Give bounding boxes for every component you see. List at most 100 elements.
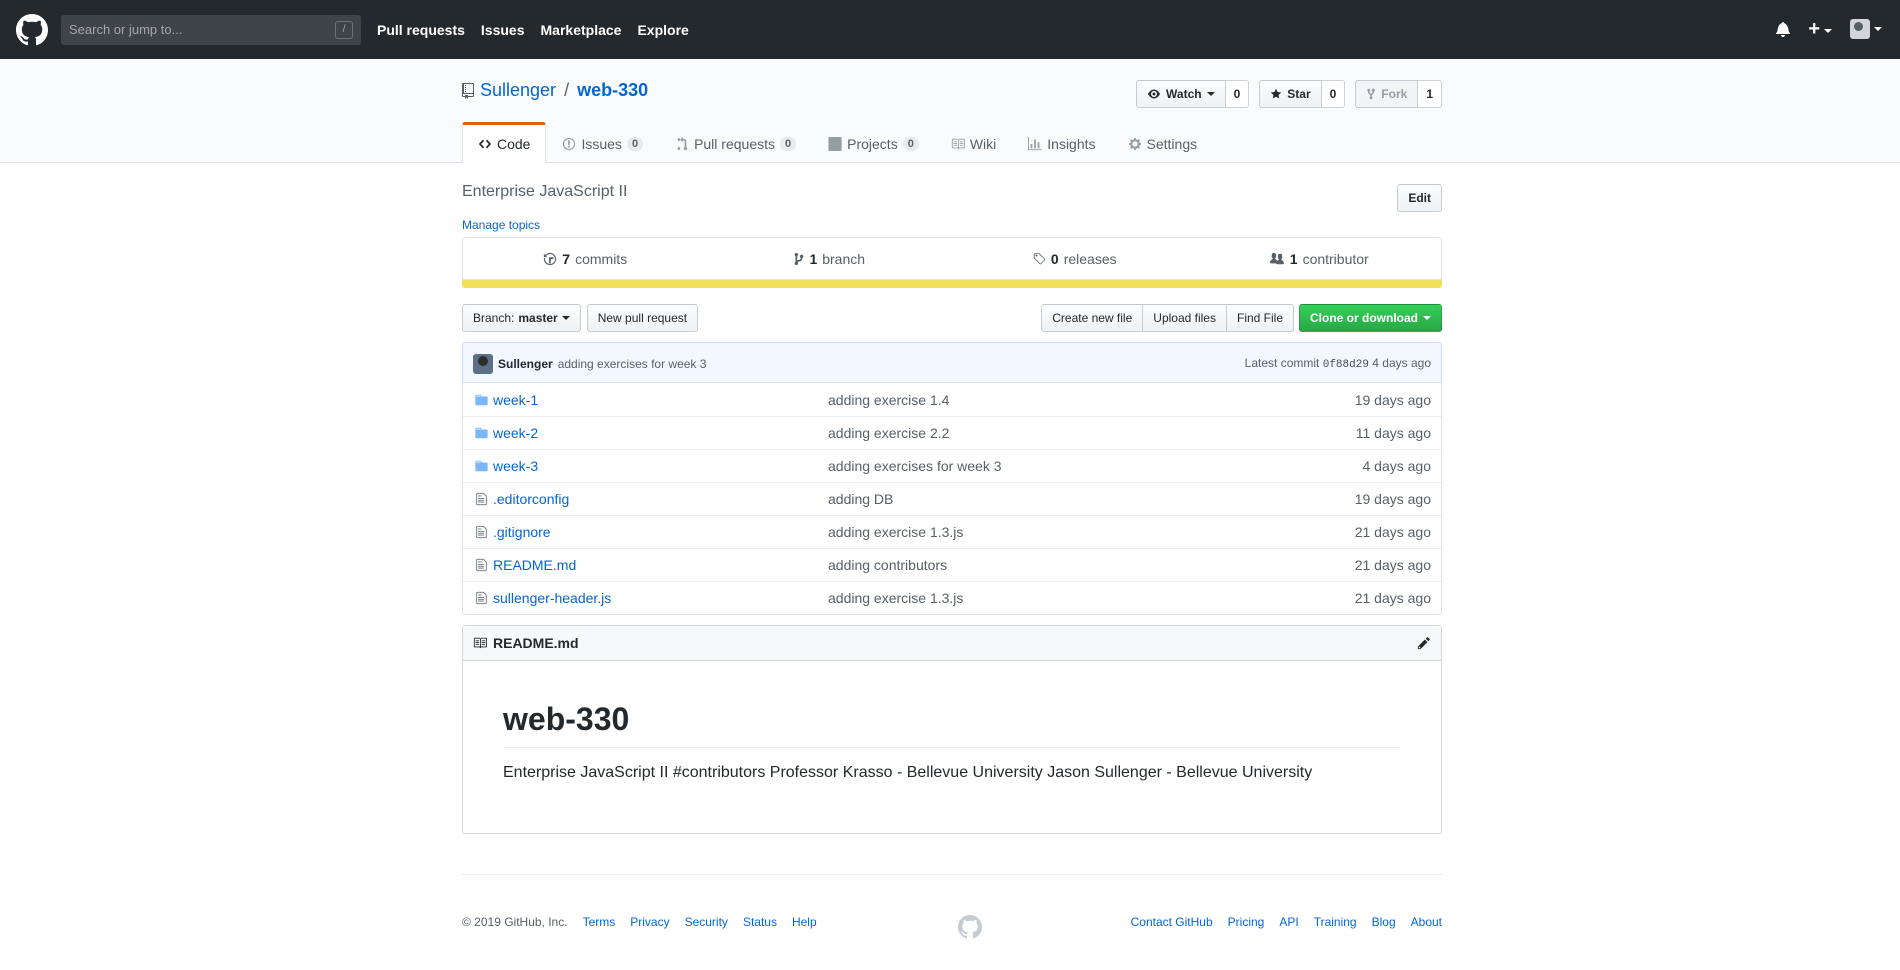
star-group: Star 0 [1259, 80, 1346, 108]
tab-code[interactable]: Code [462, 122, 547, 164]
nav-explore[interactable]: Explore [637, 22, 688, 38]
file-commit-message[interactable]: adding contributors [828, 557, 1311, 573]
tab-pull-requests[interactable]: Pull requests 0 [659, 122, 812, 164]
branch-name: master [518, 311, 558, 325]
branch-select-button[interactable]: Branch: master [462, 304, 581, 332]
file-commit-message[interactable]: adding exercise 1.3.js [828, 590, 1311, 606]
create-new-dropdown[interactable]: + [1808, 18, 1832, 40]
footer-link-status[interactable]: Status [743, 915, 777, 929]
manage-topics-link[interactable]: Manage topics [462, 218, 540, 232]
folder-icon [475, 460, 488, 472]
graph-icon [1028, 137, 1043, 151]
commit-sha-link[interactable]: 0f88d29 [1323, 359, 1369, 371]
github-logo-icon[interactable] [958, 915, 982, 939]
commit-message-link[interactable]: adding exercises for week 3 [558, 357, 707, 371]
file-name-link[interactable]: sullenger-header.js [493, 590, 828, 606]
clone-or-download-button[interactable]: Clone or download [1299, 304, 1442, 332]
file-commit-message[interactable]: adding DB [828, 491, 1311, 507]
watch-count[interactable]: 0 [1225, 80, 1250, 108]
footer-copyright: © 2019 GitHub, Inc. [462, 915, 568, 929]
new-pull-request-button[interactable]: New pull request [586, 304, 699, 332]
tab-insights[interactable]: Insights [1012, 122, 1111, 164]
edit-button[interactable]: Edit [1397, 184, 1442, 212]
user-menu-dropdown[interactable] [1850, 19, 1882, 39]
tab-issues[interactable]: Issues 0 [546, 122, 659, 164]
footer-link-pricing[interactable]: Pricing [1228, 915, 1265, 929]
branches-link[interactable]: 1 branch [708, 251, 953, 267]
watch-button[interactable]: Watch [1136, 80, 1226, 108]
search-input[interactable]: Search or jump to... / [61, 14, 361, 45]
chevron-down-icon [1206, 92, 1215, 96]
avatar[interactable] [473, 354, 493, 374]
repo-name-link[interactable]: web-330 [577, 80, 648, 101]
file-name-link[interactable]: week-3 [493, 458, 828, 474]
nav-pull-requests[interactable]: Pull requests [377, 22, 465, 38]
slash-shortcut-key: / [335, 20, 353, 39]
file-commit-message[interactable]: adding exercises for week 3 [828, 458, 1311, 474]
project-icon [828, 137, 842, 151]
bell-icon[interactable] [1776, 21, 1791, 37]
star-count[interactable]: 0 [1321, 80, 1346, 108]
watch-label: Watch [1166, 87, 1202, 101]
global-header: Search or jump to... / Pull requests Iss… [0, 0, 1900, 59]
commits-link[interactable]: 7 commits [463, 251, 708, 267]
tab-settings[interactable]: Settings [1112, 122, 1214, 164]
file-commit-message[interactable]: adding exercise 1.4 [828, 392, 1311, 408]
repo-title: Sullenger / web-330 [462, 80, 648, 101]
github-logo-icon[interactable] [16, 13, 48, 46]
footer-link-contact[interactable]: Contact GitHub [1131, 915, 1213, 929]
file-name-link[interactable]: .gitignore [493, 524, 828, 540]
releases-count: 0 [1050, 250, 1059, 267]
pencil-icon[interactable] [1417, 636, 1431, 650]
file-age: 19 days ago [1354, 391, 1431, 408]
file-name-link[interactable]: .editorconfig [493, 491, 828, 507]
fork-count[interactable]: 1 [1418, 80, 1442, 108]
releases-link[interactable]: 0 releases [952, 251, 1197, 267]
file-commit-message[interactable]: adding exercise 1.3.js [828, 524, 1311, 540]
star-icon [1271, 88, 1282, 99]
tab-wiki[interactable]: Wiki [935, 122, 1012, 164]
book-icon [473, 637, 487, 649]
people-icon [1269, 252, 1284, 264]
contributor-label: contributor [1302, 250, 1369, 267]
footer-link-api[interactable]: API [1279, 915, 1298, 929]
star-button[interactable]: Star [1259, 80, 1322, 108]
find-file-button[interactable]: Find File [1226, 304, 1294, 332]
commit-author-link[interactable]: Sullenger [498, 357, 553, 371]
create-new-file-button[interactable]: Create new file [1041, 304, 1144, 332]
file-name-link[interactable]: README.md [493, 557, 828, 573]
site-footer: © 2019 GitHub, Inc. Terms Privacy Securi… [462, 874, 1442, 939]
file-icon [476, 492, 487, 506]
file-name-link[interactable]: week-1 [493, 392, 828, 408]
file-name-link[interactable]: week-2 [493, 425, 828, 441]
nav-marketplace[interactable]: Marketplace [541, 22, 622, 38]
footer-link-help[interactable]: Help [792, 915, 817, 929]
footer-link-training[interactable]: Training [1314, 915, 1357, 929]
footer-link-security[interactable]: Security [685, 915, 728, 929]
readme-heading: web-330 [503, 701, 1401, 748]
upload-files-button[interactable]: Upload files [1143, 304, 1227, 332]
avatar [1850, 19, 1870, 39]
repo-owner-link[interactable]: Sullenger [480, 80, 556, 101]
fork-group: Fork 1 [1355, 80, 1442, 108]
fork-icon [1367, 88, 1376, 100]
file-age: 4 days ago [1362, 458, 1432, 474]
footer-link-blog[interactable]: Blog [1372, 915, 1396, 929]
footer-link-privacy[interactable]: Privacy [630, 915, 669, 929]
footer-link-about[interactable]: About [1411, 915, 1442, 929]
branch-icon [795, 252, 804, 265]
contributors-link[interactable]: 1 contributor [1197, 251, 1442, 267]
nav-issues[interactable]: Issues [481, 22, 525, 38]
tab-projects[interactable]: Projects 0 [812, 122, 935, 164]
file-commit-message[interactable]: adding exercise 2.2 [828, 425, 1311, 441]
fork-button[interactable]: Fork [1355, 80, 1419, 108]
chevron-down-icon [1824, 29, 1832, 34]
table-row: week-3 adding exercises for week 3 4 day… [463, 449, 1441, 482]
plus-icon: + [1808, 18, 1820, 40]
readme-box: README.md web-330 Enterprise JavaScript … [462, 625, 1442, 834]
language-bar[interactable] [462, 280, 1442, 288]
star-label: Star [1287, 87, 1311, 101]
footer-link-terms[interactable]: Terms [583, 915, 616, 929]
tab-label: Issues [581, 136, 622, 152]
releases-label: releases [1063, 250, 1117, 267]
